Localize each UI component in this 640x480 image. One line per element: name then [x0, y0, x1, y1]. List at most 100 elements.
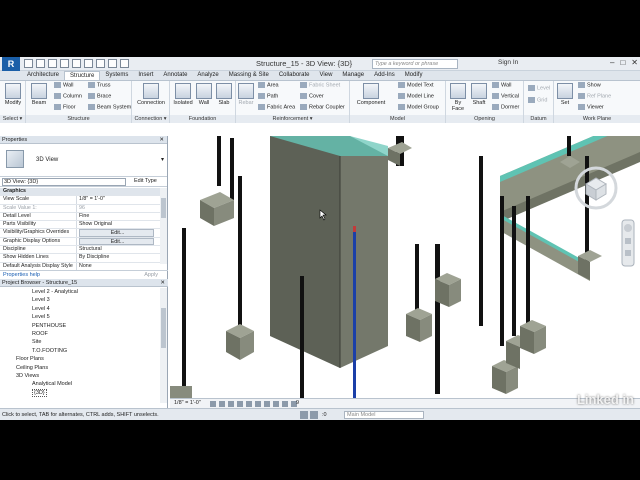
model-text-button[interactable]: Model Text [398, 82, 434, 88]
connection-button[interactable]: Connection [134, 83, 168, 106]
section-graphics[interactable]: Graphics [0, 188, 160, 197]
tab-insert[interactable]: Insert [133, 71, 158, 80]
tab-architecture[interactable]: Architecture [22, 71, 64, 80]
browser-tree-item[interactable]: Site [0, 338, 160, 346]
property-value[interactable]: Fine [77, 213, 160, 220]
shadows-icon[interactable] [237, 401, 243, 407]
model-group-button[interactable]: Model Group [398, 104, 439, 110]
close-browser-icon[interactable]: ✕ [160, 279, 165, 287]
render-icon[interactable] [246, 401, 252, 407]
revit-logo[interactable]: R [2, 57, 20, 71]
close-properties-icon[interactable]: ✕ [159, 136, 164, 144]
model-line-button[interactable]: Model Line [398, 93, 434, 99]
chevron-down-icon[interactable]: ▾ [161, 156, 164, 163]
brace-button[interactable]: Brace [88, 93, 111, 99]
lock-view-icon[interactable] [273, 401, 279, 407]
panel-label-select[interactable]: Select ▾ [0, 115, 25, 123]
redo-icon[interactable] [60, 59, 69, 68]
fabric-area-button[interactable]: Fabric Area [258, 104, 295, 110]
browser-tree-item[interactable]: Ceiling Plans [0, 364, 160, 372]
grid-button[interactable]: Grid [528, 97, 547, 103]
scroll-thumb[interactable] [161, 198, 166, 218]
tab-massing-site[interactable]: Massing & Site [224, 71, 274, 80]
property-value[interactable]: Structural [77, 246, 160, 253]
by-face-button[interactable]: By Face [448, 83, 468, 112]
beam-system-button[interactable]: Beam System [88, 104, 131, 110]
area-button[interactable]: Area [258, 82, 279, 88]
sign-in-button[interactable]: Sign In [498, 59, 518, 66]
property-value[interactable]: None [77, 263, 160, 270]
wall-foundation-button[interactable]: Wall [195, 83, 213, 106]
browser-tree-item[interactable]: T.O.FOOTING [0, 347, 160, 355]
cover-button[interactable]: Cover [300, 93, 324, 99]
3d-model-canvas[interactable] [170, 136, 640, 398]
type-selector[interactable]: 3D View ▾ [0, 144, 167, 177]
browser-tree-item[interactable]: Floor Plans [0, 355, 160, 363]
property-value[interactable]: Show Original [77, 221, 160, 228]
design-options-icon[interactable] [310, 411, 318, 419]
wall-opening-button[interactable]: Wall [492, 82, 512, 88]
edit-type-button[interactable]: Edit Type [134, 178, 157, 184]
tab-add-ins[interactable]: Add-Ins [369, 71, 400, 80]
default-3d-icon[interactable] [108, 59, 117, 68]
worksets-icon[interactable] [300, 411, 308, 419]
save-icon[interactable] [36, 59, 45, 68]
browser-tree-item[interactable]: Level 2 - Analytical [0, 288, 160, 296]
beam-button[interactable]: Beam [28, 83, 50, 106]
view-scale[interactable]: 1/8" = 1'-0" [174, 400, 201, 406]
detail-level-icon[interactable] [210, 401, 216, 407]
visual-style-icon[interactable] [219, 401, 225, 407]
property-value[interactable]: 1/8" = 1'-0" [77, 196, 160, 203]
browser-tree-item[interactable]: Level 5 [0, 313, 160, 321]
property-value[interactable]: By Discipline [77, 254, 160, 261]
browser-tree-item[interactable]: Level 3 [0, 296, 160, 304]
vertical-opening-button[interactable]: Vertical [492, 93, 519, 99]
slab-button[interactable]: Slab [214, 83, 234, 106]
tab-view[interactable]: View [315, 71, 338, 80]
temp-hide-icon[interactable] [282, 401, 288, 407]
tab-annotate[interactable]: Annotate [158, 71, 192, 80]
browser-tree-item[interactable]: 3D Views [0, 372, 160, 380]
close-icon[interactable]: ✕ [631, 58, 638, 67]
tab-manage[interactable]: Manage [337, 71, 369, 80]
instance-selector[interactable]: 3D View: {3D} [2, 178, 126, 186]
rebar-button[interactable]: Rebar [237, 83, 255, 106]
floor-button[interactable]: Floor [54, 104, 76, 110]
vg-overrides-edit-button[interactable]: Edit... [79, 229, 154, 237]
browser-tree-item[interactable]: {3D} [0, 388, 160, 397]
open-icon[interactable] [24, 59, 33, 68]
browser-tree-item[interactable]: PENTHOUSE [0, 322, 160, 330]
isolated-foundation-button[interactable]: Isolated [172, 83, 194, 106]
tab-structure[interactable]: Structure [64, 71, 101, 80]
tab-analyze[interactable]: Analyze [192, 71, 223, 80]
dormer-button[interactable]: Dormer [492, 104, 519, 110]
ref-plane-button[interactable]: Ref Plane [578, 93, 611, 99]
print-icon[interactable] [72, 59, 81, 68]
path-button[interactable]: Path [258, 93, 278, 99]
undo-icon[interactable] [48, 59, 57, 68]
scroll-thumb[interactable] [161, 308, 166, 348]
viewer-button[interactable]: Viewer [578, 104, 604, 110]
maximize-icon[interactable]: □ [620, 58, 625, 67]
tab-systems[interactable]: Systems [100, 71, 133, 80]
navigation-bar[interactable] [621, 219, 635, 267]
shaft-button[interactable]: Shaft [469, 83, 489, 106]
show-crop-icon[interactable] [264, 401, 270, 407]
column-button[interactable]: Column [54, 93, 82, 99]
tab-collaborate[interactable]: Collaborate [274, 71, 315, 80]
measure-icon[interactable] [84, 59, 93, 68]
show-work-plane-button[interactable]: Show [578, 82, 601, 88]
properties-scrollbar[interactable] [160, 188, 167, 264]
text-icon[interactable] [96, 59, 105, 68]
browser-tree-item[interactable]: ROOF [0, 330, 160, 338]
apply-button[interactable]: Apply [144, 272, 158, 278]
graphic-display-edit-button[interactable]: Edit... [79, 237, 154, 246]
browser-tree-item[interactable]: Analytical Model [0, 380, 160, 388]
panel-label-reinforcement[interactable]: Reinforcement ▾ [236, 115, 349, 123]
browser-scrollbar[interactable] [160, 288, 167, 403]
minimize-icon[interactable]: – [610, 58, 614, 67]
close-hidden-icon[interactable] [120, 59, 129, 68]
truss-button[interactable]: Truss [88, 82, 111, 88]
crop-view-icon[interactable] [255, 401, 261, 407]
browser-tree-item[interactable]: Level 4 [0, 305, 160, 313]
